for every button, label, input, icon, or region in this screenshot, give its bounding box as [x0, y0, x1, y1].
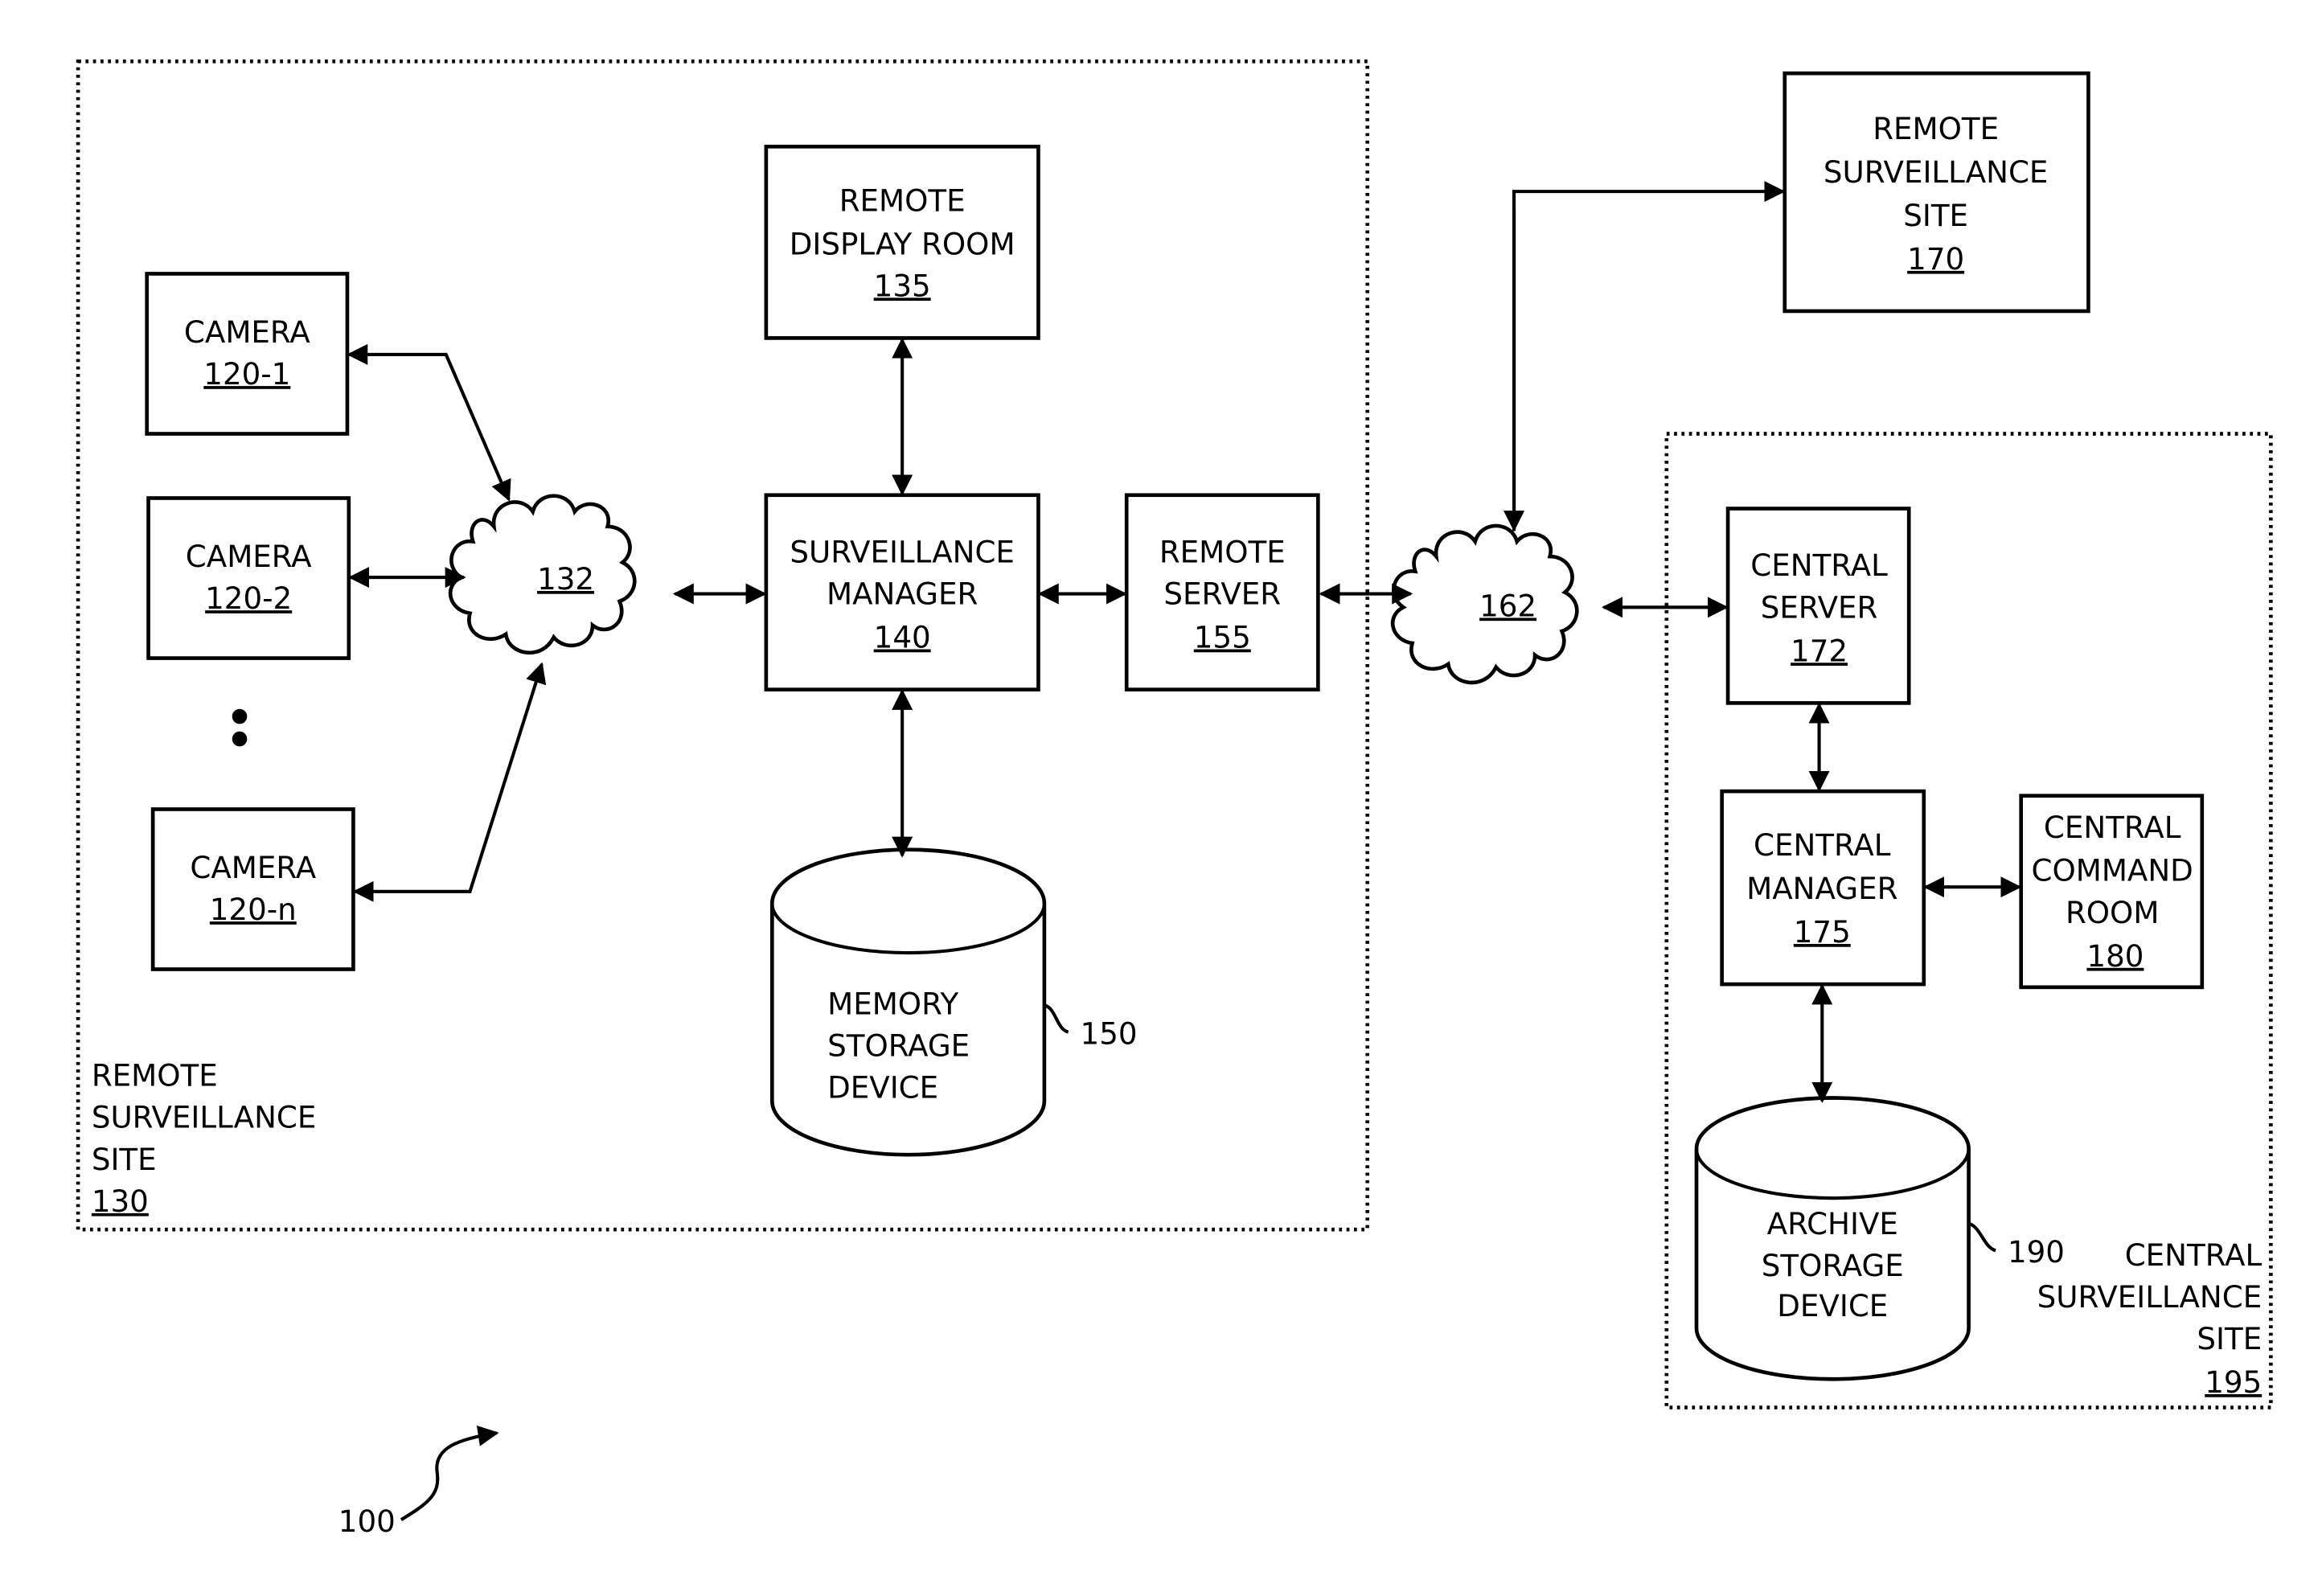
memory-storage-label-line3: DEVICE — [827, 1070, 938, 1106]
central-server-ref: 172 — [1791, 633, 1848, 668]
figure-ref-100: 100 — [338, 1504, 396, 1539]
remote-display-room-135[interactable]: REMOTE DISPLAY ROOM 135 — [764, 144, 1040, 340]
site-195-ref: 195 — [2205, 1364, 2262, 1400]
site-170-label-line1: REMOTE — [1873, 111, 1999, 146]
surveillance-system-diagram: REMOTE SURVEILLANCE SITE 130 CENTRAL SUR… — [76, 59, 2273, 1539]
site-130-label-line3: SITE — [92, 1142, 157, 1177]
ellipsis-dot — [232, 731, 248, 747]
remote-surveillance-site-170[interactable]: REMOTE SURVEILLANCE SITE 170 — [1783, 71, 2090, 314]
surv-manager-label-line2: MANAGER — [827, 576, 978, 612]
network-132-ref: 132 — [537, 561, 594, 597]
network-cloud-132[interactable]: 132 — [448, 494, 637, 655]
camera-120-n[interactable]: CAMERA 120-n — [150, 807, 355, 971]
display-room-label-line1: REMOTE — [839, 183, 966, 218]
command-room-label-line3: ROOM — [2066, 895, 2159, 930]
site-170-ref: 170 — [1907, 241, 1964, 277]
link-camera1-cloud132 — [347, 343, 511, 502]
memory-storage-device-150[interactable]: MEMORY STORAGE DEVICE — [769, 847, 1047, 1157]
archive-storage-label-line3: DEVICE — [1777, 1288, 1888, 1323]
camera-120-2[interactable]: CAMERA 120-2 — [146, 496, 351, 660]
central-manager-175[interactable]: CENTRAL MANAGER 175 — [1720, 789, 1926, 987]
surveillance-manager-140[interactable]: SURVEILLANCE MANAGER 140 — [764, 493, 1040, 691]
link-cameran-cloud132 — [352, 662, 547, 902]
site-170-label-line2: SURVEILLANCE — [1824, 154, 2049, 190]
remote-server-ref: 155 — [1194, 620, 1251, 655]
site-130-label-line1: REMOTE — [92, 1058, 218, 1093]
network-162-ref: 162 — [1479, 588, 1536, 623]
command-room-ref: 180 — [2086, 938, 2144, 974]
camera-120-n-ref: 120-n — [210, 892, 297, 927]
central-manager-ref: 175 — [1794, 914, 1851, 950]
command-room-label-line2: COMMAND — [2032, 853, 2193, 888]
central-server-172[interactable]: CENTRAL SERVER 172 — [1725, 507, 1911, 705]
figure-100-pointer — [400, 1425, 499, 1521]
network-cloud-162[interactable]: 162 — [1390, 523, 1579, 685]
site-195-label-line1: CENTRAL — [2125, 1237, 2263, 1273]
central-server-label-line2: SERVER — [1761, 589, 1878, 625]
remote-server-label-line1: REMOTE — [1159, 534, 1286, 569]
display-room-label-line2: DISPLAY ROOM — [790, 226, 1015, 261]
remote-server-label-line2: SERVER — [1163, 576, 1281, 612]
memory-storage-label-line2: STORAGE — [827, 1028, 970, 1063]
camera-120-1-label: CAMERA — [184, 314, 310, 350]
link-cloud162-site170 — [1512, 181, 1786, 531]
archive-storage-label-line1: ARCHIVE — [1767, 1206, 1898, 1241]
ref-190-leader — [1967, 1221, 1996, 1253]
archive-storage-label-line2: STORAGE — [1762, 1248, 1904, 1283]
display-room-ref: 135 — [874, 268, 931, 303]
site-195-label-line2: SURVEILLANCE — [2037, 1279, 2263, 1315]
site-130-label-line2: SURVEILLANCE — [92, 1100, 317, 1135]
surv-manager-label-line1: SURVEILLANCE — [790, 534, 1015, 569]
camera-120-1[interactable]: CAMERA 120-1 — [145, 272, 350, 436]
memory-storage-ref: 150 — [1081, 1016, 1138, 1052]
memory-storage-label-line1: MEMORY — [827, 986, 958, 1021]
site-195-label-line3: SITE — [2197, 1321, 2262, 1356]
camera-120-n-label: CAMERA — [190, 850, 316, 885]
central-manager-label-line1: CENTRAL — [1754, 827, 1891, 863]
site-130-ref: 130 — [92, 1184, 149, 1219]
surv-manager-ref: 140 — [874, 620, 931, 655]
archive-storage-ref: 190 — [2008, 1234, 2065, 1270]
ref-150-leader — [1044, 1003, 1069, 1034]
central-command-room-180[interactable]: CENTRAL COMMAND ROOM 180 — [2019, 794, 2205, 990]
ellipsis-dot — [232, 708, 248, 724]
remote-server-155[interactable]: REMOTE SERVER 155 — [1124, 493, 1320, 691]
site-170-label-line3: SITE — [1903, 198, 1968, 233]
camera-120-2-ref: 120-2 — [205, 581, 292, 616]
central-manager-label-line2: MANAGER — [1746, 871, 1897, 906]
archive-storage-device-190[interactable]: ARCHIVE STORAGE DEVICE — [1694, 1096, 1971, 1381]
command-room-label-line1: CENTRAL — [2044, 810, 2181, 845]
camera-120-2-label: CAMERA — [186, 539, 312, 574]
camera-120-1-ref: 120-1 — [203, 356, 290, 392]
central-server-label-line1: CENTRAL — [1750, 548, 1888, 583]
